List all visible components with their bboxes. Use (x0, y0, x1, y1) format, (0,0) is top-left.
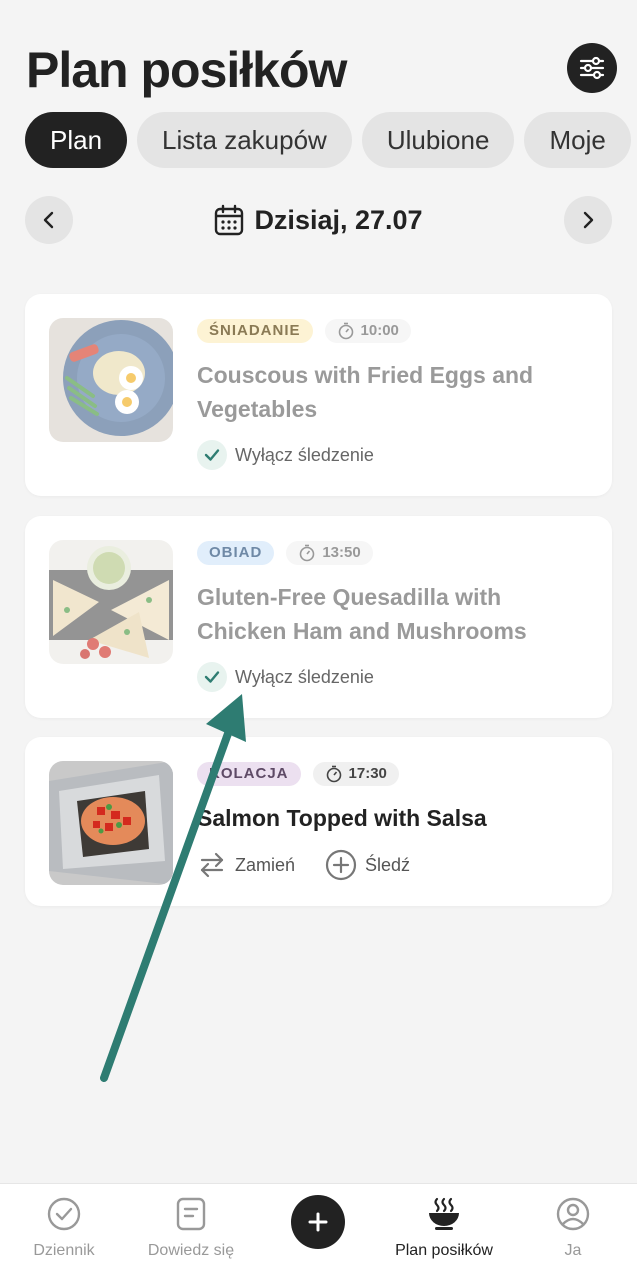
header: Plan posiłków (26, 38, 617, 102)
tab-favorites[interactable]: Ulubione (361, 112, 515, 168)
meal-photo (49, 540, 173, 664)
nav-journal[interactable]: Dziennik (4, 1194, 124, 1260)
stopwatch-icon (338, 322, 353, 340)
document-icon (176, 1197, 206, 1231)
meal-title[interactable]: Salmon Topped with Salsa (197, 801, 592, 835)
track-meal-button[interactable]: Śledź (325, 849, 410, 881)
stopwatch-icon (326, 765, 341, 783)
tab-shopping-list[interactable]: Lista zakupów (137, 112, 352, 168)
nav-me[interactable]: Ja (513, 1194, 633, 1260)
salmon-salsa-image (49, 761, 173, 885)
date-display[interactable]: Dzisiaj, 27.07 (25, 196, 612, 244)
date-label: Dzisiaj, 27.07 (254, 204, 423, 235)
check-icon (197, 662, 227, 692)
check-circle-icon (47, 1197, 81, 1231)
chevron-right-icon (583, 211, 594, 229)
meal-type-badge: OBIAD (197, 541, 275, 565)
meal-title[interactable]: Gluten-Free Quesadilla with Chicken Ham … (197, 580, 592, 648)
meal-title[interactable]: Couscous with Fried Eggs and Vegetables (197, 358, 592, 426)
swap-arrows-icon (200, 852, 224, 878)
meal-type-badge: KOLACJA (197, 762, 301, 786)
meal-card-lunch[interactable]: OBIAD 13:50 Gluten-Free Quesadilla with … (25, 516, 612, 718)
meal-photo (49, 761, 173, 885)
meal-time: 17:30 (312, 762, 399, 786)
filter-settings-button[interactable] (567, 43, 617, 93)
plus-icon (308, 1212, 328, 1232)
disable-tracking-button[interactable]: Wyłącz śledzenie (197, 662, 374, 692)
tab-bar: Plan Lista zakupów Ulubione Moje (25, 112, 637, 168)
sliders-icon (579, 56, 605, 80)
meal-time: 13:50 (286, 541, 373, 565)
stopwatch-icon (300, 544, 315, 562)
user-circle-icon (556, 1197, 590, 1231)
meal-time: 10:00 (324, 319, 411, 343)
date-navigator: Dzisiaj, 27.07 (25, 196, 612, 244)
disable-tracking-button[interactable]: Wyłącz śledzenie (197, 440, 374, 470)
nav-learn[interactable]: Dowiedz się (131, 1194, 251, 1260)
next-day-button[interactable] (564, 196, 612, 244)
add-button[interactable] (291, 1195, 345, 1249)
meal-card-breakfast[interactable]: ŚNIADANIE 10:00 Couscous with Fried Eggs… (25, 294, 612, 496)
check-icon (197, 440, 227, 470)
meal-photo (49, 318, 173, 442)
calendar-icon (215, 204, 244, 236)
tab-plan[interactable]: Plan (25, 112, 128, 168)
couscous-plate-image (49, 318, 173, 442)
quesadilla-image (49, 540, 173, 664)
swap-meal-button[interactable]: Zamień (197, 850, 295, 880)
meal-card-dinner[interactable]: KOLACJA 17:30 Salmon Topped with Salsa Z… (25, 737, 612, 906)
bottom-navigation: Dziennik Dowiedz się Plan posiłków Ja (0, 1183, 637, 1280)
plus-circle-icon (325, 849, 357, 881)
nav-meal-plan[interactable]: Plan posiłków (384, 1194, 504, 1260)
tab-mine[interactable]: Moje (524, 112, 631, 168)
page-title: Plan posiłków (26, 42, 347, 98)
bowl-icon (429, 1197, 459, 1230)
meal-type-badge: ŚNIADANIE (197, 319, 313, 343)
